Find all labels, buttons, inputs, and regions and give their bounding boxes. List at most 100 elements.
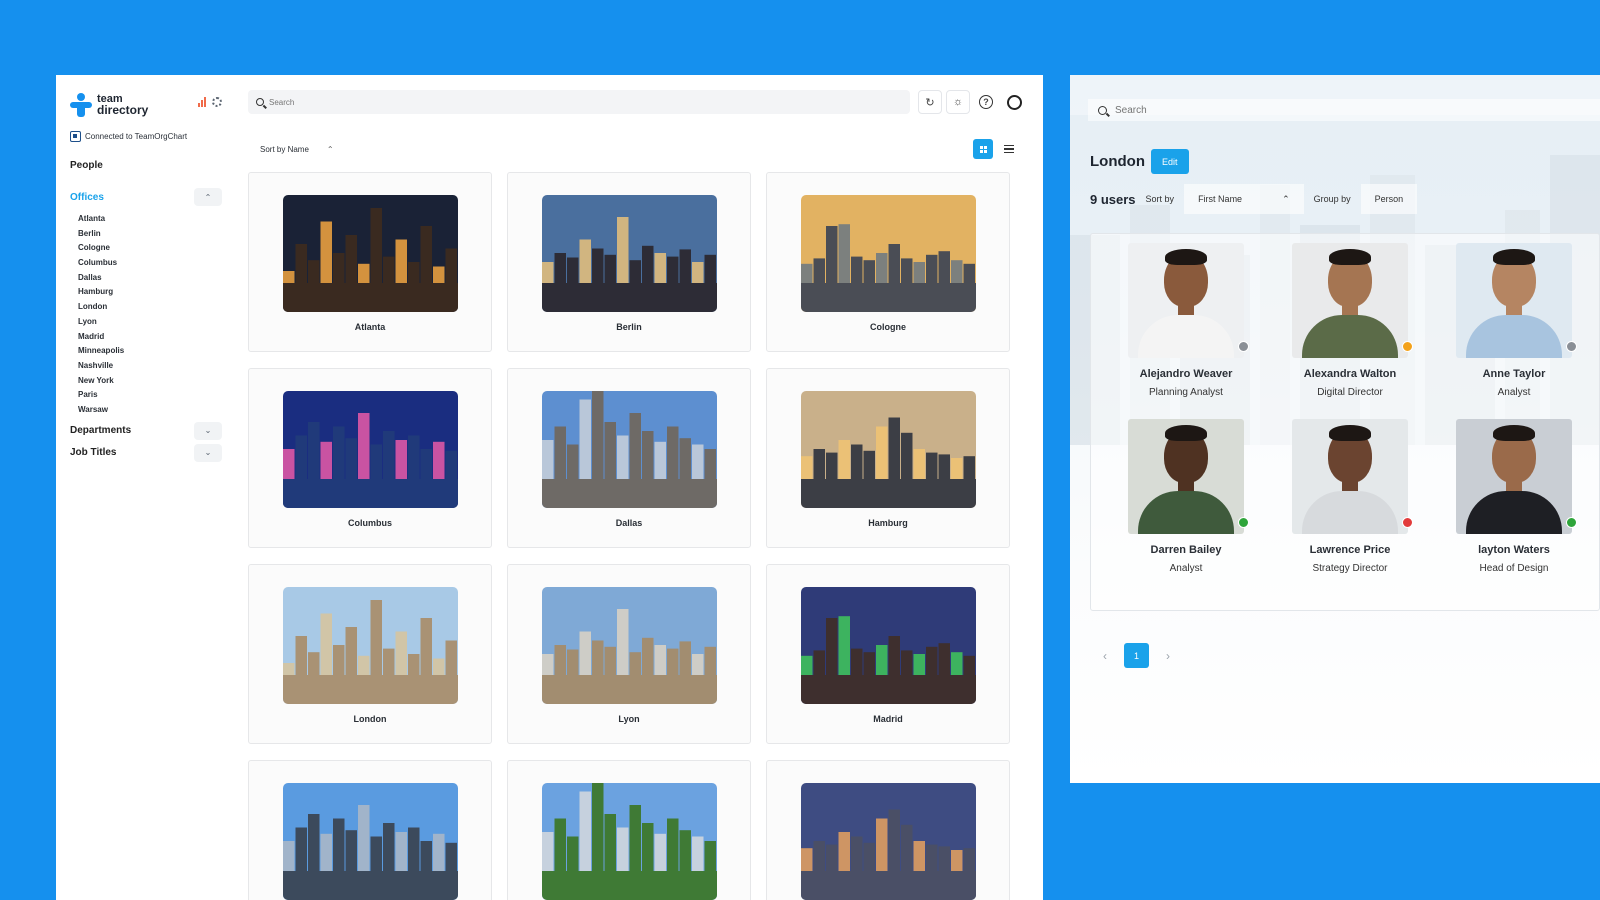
sidebar-item-office[interactable]: Berlin: [78, 227, 222, 242]
top-bar: ↻ ☼ ?: [248, 90, 1031, 114]
sidebar-item-office[interactable]: Lyon: [78, 315, 222, 330]
person-card[interactable]: layton Waters Head of Design: [1456, 419, 1577, 574]
office-photo: [282, 783, 458, 900]
sort-by-label: Sort by: [1145, 194, 1175, 204]
office-name: London: [353, 714, 387, 724]
office-card[interactable]: Columbus: [248, 368, 492, 548]
panel-header: London Edit: [1090, 149, 1189, 174]
person-name: Darren Bailey: [1150, 544, 1222, 556]
office-photo: [541, 783, 717, 900]
chevron-right-icon[interactable]: ›: [1163, 649, 1173, 663]
avatar: [1456, 419, 1577, 534]
chevron-down-icon[interactable]: ⌄: [194, 421, 222, 440]
sidebar-item-office[interactable]: New York: [78, 374, 222, 389]
sort-control[interactable]: Sort by Name ⌃: [260, 145, 334, 154]
office-card[interactable]: Lyon: [507, 564, 751, 744]
sidebar-item-office[interactable]: Warsaw: [78, 403, 222, 418]
sidebar-item-office[interactable]: Dallas: [78, 271, 222, 286]
office-card[interactable]: Nashville: [507, 760, 751, 900]
sort-bar: Sort by Name ⌃: [260, 139, 1019, 159]
status-indicator: [1566, 517, 1577, 528]
office-detail-panel: London Edit 9 users Sort by First Name ⌃…: [1070, 75, 1600, 783]
avatar: [1292, 243, 1413, 358]
person-card[interactable]: Anne Taylor Analyst: [1456, 243, 1577, 398]
office-card[interactable]: Minneapolis: [248, 760, 492, 900]
office-card[interactable]: Hamburg: [766, 368, 1010, 548]
sidebar-item-office[interactable]: Atlanta: [78, 212, 222, 227]
office-card[interactable]: London: [248, 564, 492, 744]
office-title: London: [1090, 153, 1145, 170]
nav-offices-label: Offices: [70, 191, 104, 203]
office-card[interactable]: New York: [766, 760, 1010, 900]
search-icon: [256, 98, 264, 106]
office-name: Berlin: [616, 322, 642, 332]
office-card[interactable]: Madrid: [766, 564, 1010, 744]
nav-offices[interactable]: Offices ⌃: [70, 188, 222, 206]
page-button-current[interactable]: 1: [1124, 643, 1149, 668]
sidebar-item-office[interactable]: Minneapolis: [78, 344, 222, 359]
gear-icon[interactable]: [212, 97, 222, 107]
sort-by-select[interactable]: First Name ⌃: [1184, 184, 1304, 214]
team-directory-logo: [70, 93, 92, 117]
list-view-icon[interactable]: [999, 139, 1019, 159]
person-card[interactable]: Alejandro Weaver Planning Analyst: [1128, 243, 1249, 398]
search-box[interactable]: [248, 90, 910, 114]
sidebar-item-office[interactable]: Cologne: [78, 241, 222, 256]
person-card[interactable]: Darren Bailey Analyst: [1128, 419, 1249, 574]
chevron-down-icon[interactable]: ⌄: [194, 443, 222, 462]
account-icon[interactable]: [1002, 90, 1026, 114]
help-icon[interactable]: ?: [974, 90, 998, 114]
sidebar-item-office[interactable]: Columbus: [78, 256, 222, 271]
status-indicator: [1566, 341, 1577, 352]
nav-job-titles[interactable]: Job Titles ⌄: [70, 443, 222, 462]
office-photo: [800, 783, 976, 900]
search-input[interactable]: [269, 97, 910, 107]
sidebar-item-office[interactable]: London: [78, 300, 222, 315]
office-grid: Atlanta Berlin Cologne Columbus Dallas Hambur…: [248, 172, 1010, 900]
office-photo: [282, 195, 458, 312]
nav-job-titles-label: Job Titles: [70, 447, 117, 459]
panel-controls: 9 users Sort by First Name ⌃ Group by Pe…: [1090, 184, 1418, 214]
connection-label: Connected to TeamOrgChart: [85, 132, 188, 141]
chevron-left-icon[interactable]: ‹: [1100, 649, 1110, 663]
teamorgchart-icon: [70, 131, 81, 142]
panel-search-input[interactable]: [1115, 104, 1415, 116]
sidebar: team directory Connected to TeamOrgChart…: [56, 75, 236, 900]
nav-departments[interactable]: Departments ⌄: [70, 421, 222, 440]
person-card[interactable]: Lawrence Price Strategy Director: [1292, 419, 1413, 574]
analytics-icon[interactable]: [198, 97, 206, 107]
office-photo: [282, 587, 458, 704]
office-card[interactable]: Dallas: [507, 368, 751, 548]
theme-icon[interactable]: ☼: [946, 90, 970, 114]
grid-view-icon[interactable]: [973, 139, 993, 159]
panel-search-box[interactable]: [1088, 99, 1600, 121]
sidebar-item-office[interactable]: Paris: [78, 388, 222, 403]
nav-people[interactable]: People: [70, 156, 222, 174]
person-card[interactable]: Alexandra Walton Digital Director: [1292, 243, 1413, 398]
person-job-title: Head of Design: [1479, 563, 1549, 574]
group-by-label: Group by: [1313, 194, 1351, 204]
status-indicator: [1402, 341, 1413, 352]
chevron-up-icon: ⌃: [1282, 193, 1290, 204]
sidebar-item-office[interactable]: Hamburg: [78, 285, 222, 300]
toolbar-icons: ↻ ☼ ?: [918, 90, 1026, 114]
office-card[interactable]: Cologne: [766, 172, 1010, 352]
brand-icons: [198, 97, 222, 107]
sidebar-item-office[interactable]: Nashville: [78, 359, 222, 374]
office-card[interactable]: Berlin: [507, 172, 751, 352]
brand[interactable]: team directory: [70, 91, 222, 119]
group-by-select[interactable]: Person: [1360, 184, 1418, 214]
office-card[interactable]: Atlanta: [248, 172, 492, 352]
refresh-icon[interactable]: ↻: [918, 90, 942, 114]
group-by-value: Person: [1374, 194, 1404, 204]
edit-button[interactable]: Edit: [1150, 149, 1189, 174]
brand-line-2: directory: [97, 103, 149, 117]
nav-departments-label: Departments: [70, 425, 132, 437]
connection-status: Connected to TeamOrgChart: [70, 131, 222, 142]
brand-name: team directory: [97, 94, 149, 117]
chevron-up-icon[interactable]: ⌃: [194, 188, 222, 206]
office-name: Columbus: [348, 518, 392, 528]
sidebar-item-office[interactable]: Madrid: [78, 330, 222, 345]
search-icon: [1098, 105, 1107, 115]
offices-list: Atlanta Berlin Cologne Columbus Dallas Hambur…: [70, 212, 222, 418]
